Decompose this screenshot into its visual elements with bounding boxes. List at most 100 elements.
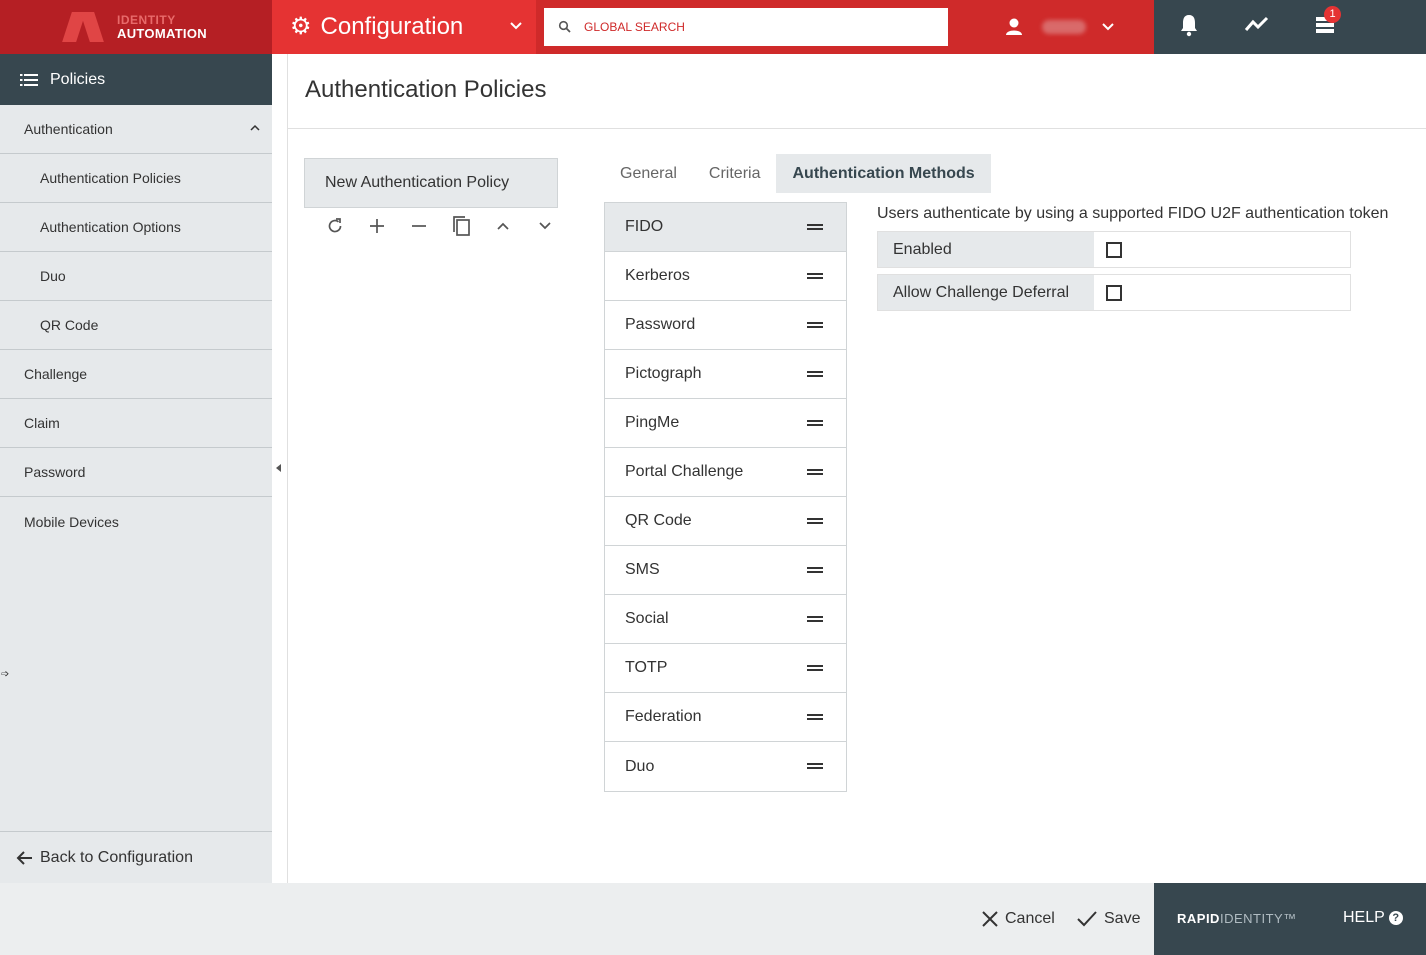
top-bar: IDENTITY AUTOMATION ⚙ Configuration 1 <box>0 0 1426 54</box>
back-to-configuration-link[interactable]: Back to Configuration <box>0 831 272 883</box>
method-item-social[interactable]: Social <box>605 595 846 644</box>
method-label: Duo <box>625 757 655 775</box>
method-label: Password <box>625 316 696 333</box>
sidebar-item-qr-code[interactable]: QR Code <box>0 301 272 350</box>
page-title: Authentication Policies <box>305 76 547 103</box>
drag-handle-icon[interactable] <box>807 763 823 769</box>
add-button[interactable] <box>356 214 398 238</box>
sidebar-item-authentication-policies[interactable]: Authentication Policies <box>0 154 272 203</box>
move-up-button[interactable] <box>482 214 524 238</box>
sidebar-header[interactable]: Policies <box>0 54 272 105</box>
sidebar-item-mobile-devices[interactable]: Mobile Devices <box>0 497 272 546</box>
tab-bar: General Criteria Authentication Methods <box>604 154 991 193</box>
sidebar-title: Policies <box>50 70 106 88</box>
tab-authentication-methods[interactable]: Authentication Methods <box>776 154 991 193</box>
main-content: Authentication Policies New Authenticati… <box>288 54 1426 883</box>
help-button[interactable]: HELP ? <box>1343 909 1403 927</box>
method-label: Federation <box>625 708 702 725</box>
method-label: Social <box>625 610 669 627</box>
policy-toolbar <box>314 214 566 238</box>
sidebar-item-label: QR Code <box>40 317 99 333</box>
sidebar-item-authentication-options[interactable]: Authentication Options <box>0 203 272 252</box>
close-icon <box>982 911 998 927</box>
refresh-button[interactable] <box>314 214 356 238</box>
allow-challenge-deferral-checkbox[interactable] <box>1106 284 1122 301</box>
copy-button[interactable] <box>440 214 482 238</box>
sidebar-item-password[interactable]: Password <box>0 448 272 497</box>
method-item-password[interactable]: Password <box>605 301 846 350</box>
method-item-fido[interactable]: FIDO <box>605 203 846 252</box>
notification-badge: 1 <box>1324 6 1341 23</box>
tab-criteria[interactable]: Criteria <box>693 154 777 193</box>
sidebar-item-duo[interactable]: Duo <box>0 252 272 301</box>
property-label: Allow Challenge Deferral <box>878 275 1094 310</box>
divider <box>288 128 1426 129</box>
policy-list-item[interactable]: New Authentication Policy <box>304 158 558 208</box>
sidebar-collapse-handle[interactable] <box>272 54 288 883</box>
method-item-totp[interactable]: TOTP <box>605 644 846 693</box>
method-label: TOTP <box>625 659 668 676</box>
sidebar-item-label: Mobile Devices <box>24 513 119 530</box>
sidebar-item-challenge[interactable]: Challenge <box>0 350 272 399</box>
method-item-pictograph[interactable]: Pictograph <box>605 350 846 399</box>
sidebar-item-label: Claim <box>24 415 60 431</box>
sidebar-item-label: Password <box>24 464 86 480</box>
method-item-duo[interactable]: Duo <box>605 742 846 791</box>
drag-handle-icon[interactable] <box>807 665 823 671</box>
logo-mark-icon <box>62 10 109 44</box>
method-label: Portal Challenge <box>625 463 744 480</box>
drag-handle-icon[interactable] <box>807 322 823 328</box>
module-title: Configuration <box>320 13 464 40</box>
method-item-federation[interactable]: Federation <box>605 693 846 742</box>
cancel-label: Cancel <box>1005 910 1055 927</box>
sidebar-item-claim[interactable]: Claim <box>0 399 272 448</box>
move-down-button[interactable] <box>524 214 566 238</box>
drag-handle-icon[interactable] <box>807 567 823 573</box>
cancel-button[interactable]: Cancel <box>981 883 1055 955</box>
enabled-checkbox[interactable] <box>1106 241 1122 258</box>
drag-handle-icon[interactable] <box>807 420 823 426</box>
help-icon: ? <box>1388 911 1403 925</box>
method-item-qr-code[interactable]: QR Code <box>605 497 846 546</box>
drag-handle-icon[interactable] <box>807 518 823 524</box>
user-menu[interactable] <box>1004 0 1116 54</box>
drag-handle-icon[interactable] <box>807 616 823 622</box>
bell-icon[interactable] <box>1178 13 1200 37</box>
policy-label: New Authentication Policy <box>325 174 510 191</box>
drag-handle-icon[interactable] <box>807 714 823 720</box>
sidebar-item-label: Authentication <box>24 121 113 137</box>
property-row-allow-challenge-deferral: Allow Challenge Deferral <box>877 274 1351 311</box>
sidebar-item-authentication[interactable]: Authentication <box>0 105 272 154</box>
user-name-redacted <box>1042 20 1086 34</box>
property-row-enabled: Enabled <box>877 231 1351 268</box>
check-icon <box>1077 911 1097 927</box>
method-item-sms[interactable]: SMS <box>605 546 846 595</box>
sidebar: Policies Authentication Authentication P… <box>0 54 272 883</box>
sidebar-item-label: Duo <box>40 268 66 284</box>
search-input[interactable] <box>584 20 924 34</box>
help-label: HELP <box>1343 909 1385 926</box>
footer-bar: Cancel Save RAPIDIDENTITY™ HELP ? <box>0 883 1426 955</box>
drag-handle-icon[interactable] <box>807 224 823 230</box>
chevron-up-icon <box>250 124 260 131</box>
logo[interactable]: IDENTITY AUTOMATION <box>0 0 272 54</box>
method-item-pingme[interactable]: PingMe <box>605 399 846 448</box>
method-item-kerberos[interactable]: Kerberos <box>605 252 846 301</box>
move-down-icon <box>539 222 551 230</box>
module-selector[interactable]: ⚙ Configuration <box>272 0 536 54</box>
drag-handle-icon[interactable] <box>807 273 823 279</box>
logo-line2: AUTOMATION <box>117 26 207 41</box>
back-label: Back to Configuration <box>40 848 193 866</box>
property-label: Enabled <box>878 232 1094 267</box>
tab-general[interactable]: General <box>604 154 693 193</box>
save-button[interactable]: Save <box>1076 883 1140 955</box>
method-label: PingMe <box>625 414 680 431</box>
activity-icon[interactable] <box>1244 13 1270 37</box>
drag-handle-icon[interactable] <box>807 371 823 377</box>
chevron-down-icon <box>510 22 522 30</box>
method-item-portal-challenge[interactable]: Portal Challenge <box>605 448 846 497</box>
drag-handle-icon[interactable] <box>807 469 823 475</box>
user-icon <box>1006 18 1022 35</box>
cursor-icon: ➩ <box>1 669 10 680</box>
remove-button[interactable] <box>398 214 440 238</box>
